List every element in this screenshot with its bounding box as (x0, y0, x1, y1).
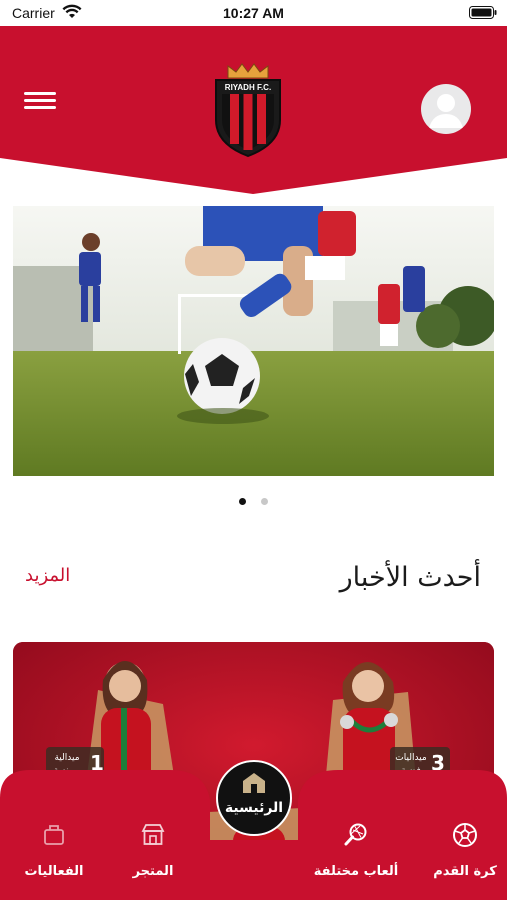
menu-line (24, 92, 56, 95)
football-players-photo (13, 206, 494, 476)
store-icon (141, 824, 165, 845)
bronze-medal-label-1: ميدالية (54, 753, 79, 763)
user-icon (429, 94, 463, 128)
menu-line (24, 99, 56, 102)
app-header: RIYADH F.C. (0, 26, 507, 194)
nav-item-various-games[interactable]: ألعاب مختلفة (306, 822, 406, 879)
latest-news-heading: أحدث الأخبار (339, 562, 481, 593)
football-icon (453, 823, 477, 847)
status-bar: Carrier 10:27 AM (0, 0, 507, 26)
hero-carousel-image[interactable] (13, 206, 494, 476)
nav-label-events: الفعاليات (24, 864, 84, 879)
profile-avatar-button[interactable] (421, 84, 471, 134)
carousel-dot-active[interactable] (238, 498, 246, 505)
silver-medal-label-1: ميداليات (395, 753, 427, 763)
more-news-link[interactable]: المزيد (25, 565, 70, 586)
menu-line (24, 106, 56, 109)
menu-button[interactable] (24, 92, 56, 116)
nav-label-various-games: ألعاب مختلفة (313, 864, 399, 879)
battery-icon (469, 6, 497, 19)
clock: 10:27 AM (223, 5, 284, 21)
nav-label-store: المتجر (132, 864, 174, 879)
nav-label-football: كرة القدم (433, 864, 497, 879)
nav-item-store[interactable]: المتجر (103, 822, 203, 879)
events-icon (44, 825, 64, 845)
tennis-racket-icon (344, 823, 367, 846)
carousel-page-indicator[interactable] (0, 498, 507, 510)
carousel-dot[interactable] (261, 498, 269, 505)
nav-item-home[interactable]: الرئيسية (216, 760, 292, 836)
bottom-navigation: كرة القدم ألعاب مختلفة الرئيسية المتجر ا… (0, 760, 507, 900)
home-icon (243, 773, 265, 793)
nav-item-football[interactable]: كرة القدم (415, 822, 507, 879)
logo-text: RIYADH F.C. (225, 83, 271, 92)
nav-item-events[interactable]: الفعاليات (4, 822, 104, 879)
nav-label-home: الرئيسية (224, 800, 284, 816)
club-logo: RIYADH F.C. (215, 63, 281, 158)
